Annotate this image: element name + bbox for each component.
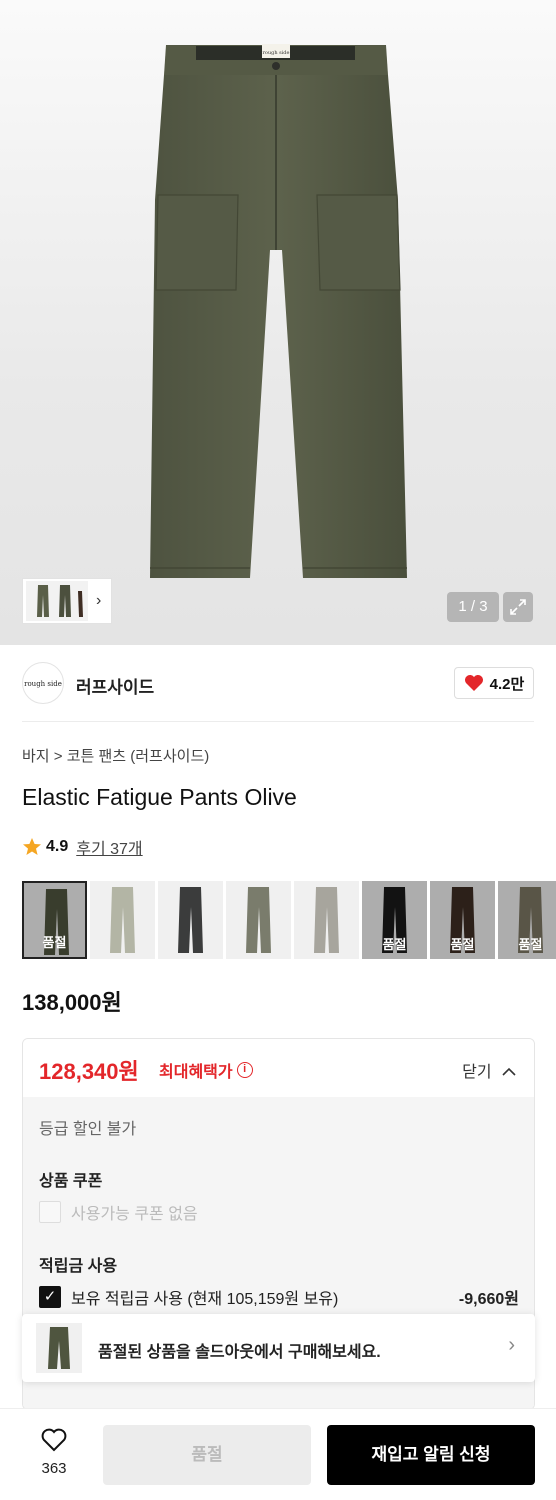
product-price: 138,000원 — [22, 990, 122, 1015]
breadcrumb-separator: > — [53, 748, 63, 765]
like-button[interactable]: 363 — [22, 1427, 86, 1477]
brand-like-button[interactable]: 4.2만 — [454, 667, 534, 699]
max-benefit-label[interactable]: 최대혜택가 i — [159, 1058, 253, 1082]
soldout-banner-text: 품절된 상품을 솔드아웃에서 구매해보세요. — [98, 1344, 381, 1361]
chevron-right-icon[interactable]: › — [96, 592, 101, 610]
swatch-pants-image — [178, 887, 203, 953]
max-benefit-price: 128,340원 — [39, 1059, 139, 1084]
soldout-button[interactable]: 품절 — [103, 1425, 311, 1485]
color-swatch[interactable] — [226, 881, 291, 959]
gallery-thumbnail-strip[interactable]: › — [22, 578, 112, 624]
color-swatch[interactable]: 품절 — [362, 881, 427, 959]
star-icon — [23, 838, 41, 855]
image-counter: 1 / 3 — [447, 592, 499, 622]
soldout-label: 품절 — [518, 937, 543, 952]
heart-outline-icon — [41, 1428, 67, 1452]
coupon-checkbox — [39, 1201, 61, 1223]
svg-text:rough side: rough side — [263, 50, 290, 56]
coupon-row: 사용가능 쿠폰 없음 — [39, 1200, 198, 1224]
max-benefit-label-text: 최대혜택가 — [159, 1064, 233, 1081]
rating-value: 4.9 — [46, 838, 69, 855]
coupon-heading: 상품 쿠폰 — [39, 1173, 103, 1190]
soldout-label: 품절 — [450, 937, 475, 952]
brand-row: rough side 러프사이드 4.2만 — [22, 660, 534, 706]
swatch-pants-image — [110, 887, 135, 953]
like-count: 363 — [41, 1460, 67, 1477]
color-swatch[interactable] — [294, 881, 359, 959]
product-image-gallery[interactable]: rough side › 1 / 3 — [0, 0, 556, 645]
soldout-thumbnail — [36, 1323, 82, 1373]
point-text: 보유 적립금 사용 (현재 105,159원 보유) — [71, 1291, 339, 1308]
breadcrumb-subcategory[interactable]: 코튼 팬츠 (러프사이드) — [67, 748, 210, 765]
color-swatch[interactable]: 품절 — [430, 881, 495, 959]
chevron-right-icon: › — [508, 1334, 515, 1356]
point-heading: 적립금 사용 — [39, 1258, 118, 1275]
benefit-header: 128,340원 최대혜택가 i 닫기 — [23, 1039, 534, 1097]
grade-discount-text: 등급 할인 불가 — [39, 1121, 137, 1138]
divider — [22, 721, 534, 722]
breadcrumb-category[interactable]: 바지 — [22, 748, 50, 765]
chevron-up-icon — [502, 1067, 516, 1076]
restock-alert-button[interactable]: 재입고 알림 신청 — [327, 1425, 535, 1485]
color-swatch[interactable]: 품절 — [498, 881, 556, 959]
gallery-thumbnail[interactable] — [26, 581, 88, 621]
pants-product-image: rough side — [150, 44, 407, 578]
color-options: 품절 품절 품절 품절 — [22, 881, 556, 959]
product-title: Elastic Fatigue Pants Olive — [22, 784, 297, 810]
swatch-pants-image — [246, 887, 271, 953]
coupon-text: 사용가능 쿠폰 없음 — [71, 1206, 198, 1223]
soldout-label: 품절 — [382, 937, 407, 952]
point-row[interactable]: ✓ 보유 적립금 사용 (현재 105,159원 보유) -9,660원 — [39, 1285, 519, 1309]
breadcrumb: 바지 > 코튼 팬츠 (러프사이드) — [22, 745, 209, 766]
soldout-banner[interactable]: 품절된 상품을 솔드아웃에서 구매해보세요. › — [22, 1314, 535, 1382]
review-count-link[interactable]: 후기 37개 — [76, 835, 142, 859]
info-icon[interactable]: i — [236, 1062, 253, 1078]
brand-like-count: 4.2만 — [489, 675, 525, 693]
bottom-action-bar: 363 품절 재입고 알림 신청 — [0, 1408, 556, 1500]
soldout-label: 품절 — [42, 935, 67, 950]
rating-row: 4.9 후기 37개 — [22, 835, 143, 859]
swatch-pants-image — [314, 887, 339, 953]
close-label: 닫기 — [462, 1064, 492, 1081]
point-amount: -9,660원 — [458, 1291, 519, 1308]
color-swatch[interactable]: 품절 — [22, 881, 87, 959]
expand-icon[interactable] — [503, 592, 533, 622]
heart-filled-icon — [464, 675, 483, 691]
close-benefit-button[interactable]: 닫기 — [462, 1058, 516, 1082]
point-checkbox[interactable]: ✓ — [39, 1286, 61, 1308]
color-swatch[interactable] — [158, 881, 223, 959]
brand-name[interactable]: 러프사이드 — [76, 673, 154, 698]
color-swatch[interactable] — [90, 881, 155, 959]
brand-logo[interactable]: rough side — [22, 662, 64, 704]
